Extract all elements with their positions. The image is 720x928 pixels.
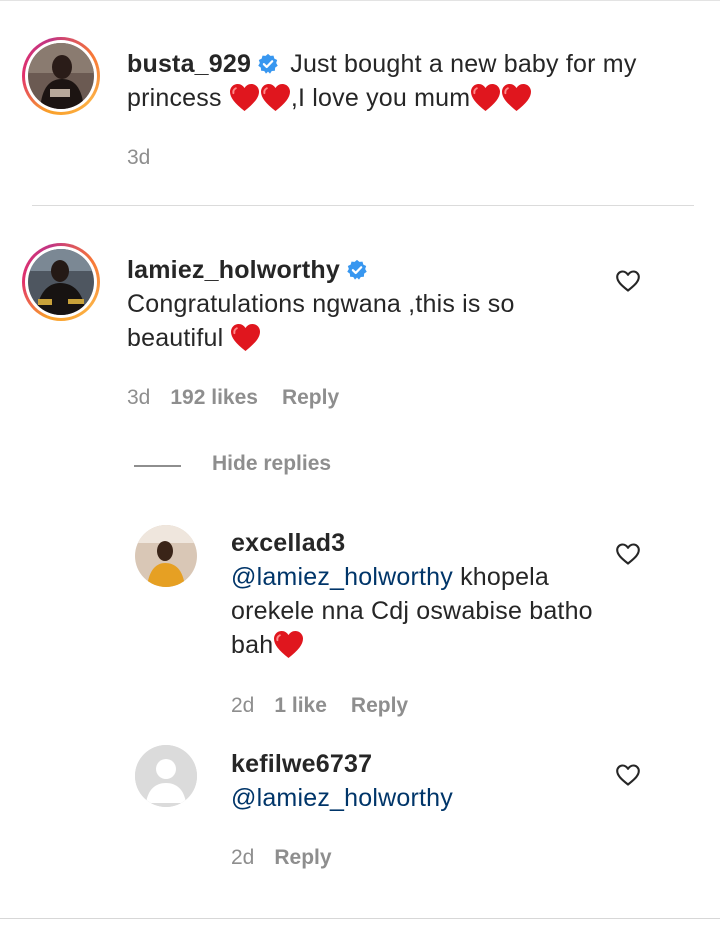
caption-text: busta_929 Just bought a new baby for my …: [127, 47, 667, 115]
reply-text: @lamiez_holworthy khopela orekele nna Cd…: [231, 560, 601, 662]
heart-emoji-icon: [470, 83, 501, 112]
reply-mention[interactable]: @lamiez_holworthy: [231, 784, 453, 812]
caption-body-end: ,I love you mum: [290, 84, 471, 112]
section-divider: [32, 205, 694, 206]
like-heart-icon[interactable]: [615, 763, 641, 787]
verified-badge-icon: [257, 53, 279, 75]
comment-text: Congratulations ngwana ,this is so beaut…: [127, 287, 607, 355]
comment-body: Congratulations ngwana ,this is so beaut…: [127, 290, 515, 352]
bottom-divider: [0, 918, 720, 919]
heart-emoji-icon: [229, 83, 260, 112]
reply-meta: 2d Reply: [231, 846, 332, 870]
comment-header: lamiez_holworthy: [127, 253, 607, 287]
avatar-excellad3[interactable]: [135, 525, 197, 587]
avatar-busta[interactable]: [22, 37, 100, 115]
like-heart-icon[interactable]: [615, 269, 641, 293]
heart-emoji-icon: [501, 83, 532, 112]
top-divider: [0, 0, 720, 1]
heart-emoji-icon: [230, 323, 261, 352]
avatar-kefilwe6737[interactable]: [135, 745, 197, 807]
comment-meta: 3d 192 likes Reply: [127, 386, 339, 410]
verified-badge-icon: [346, 259, 368, 281]
comment-username[interactable]: lamiez_holworthy: [127, 256, 340, 284]
comment-likes[interactable]: 192 likes: [170, 386, 258, 409]
heart-emoji-icon: [260, 83, 291, 112]
comment-reply-button[interactable]: Reply: [282, 386, 339, 409]
profile-photo-icon: [28, 43, 94, 109]
caption-time: 3d: [127, 146, 151, 169]
reply-likes[interactable]: 1 like: [274, 694, 327, 717]
heart-emoji-icon: [273, 630, 304, 659]
avatar-lamiez[interactable]: [22, 243, 100, 321]
caption-username[interactable]: busta_929: [127, 50, 251, 78]
like-heart-icon[interactable]: [615, 542, 641, 566]
reply-username: kefilwe6737: [231, 750, 373, 778]
reply-reply-button[interactable]: Reply: [274, 846, 331, 869]
comment-time: 3d: [127, 386, 151, 409]
reply-time: 2d: [231, 846, 255, 869]
reply-text: @lamiez_holworthy: [231, 781, 453, 815]
reply-meta: 2d 1 like Reply: [231, 694, 408, 718]
profile-photo-icon: [28, 249, 94, 315]
default-avatar-icon: [135, 745, 197, 807]
reply-time: 2d: [231, 694, 255, 717]
hide-replies-button[interactable]: Hide replies: [212, 452, 331, 476]
reply-reply-button[interactable]: Reply: [351, 694, 408, 717]
hide-replies-line: [134, 465, 181, 467]
profile-photo-icon: [135, 525, 197, 587]
reply-mention[interactable]: @lamiez_holworthy: [231, 563, 453, 591]
caption-meta: 3d: [127, 146, 150, 170]
reply-username: excellad3: [231, 529, 346, 557]
